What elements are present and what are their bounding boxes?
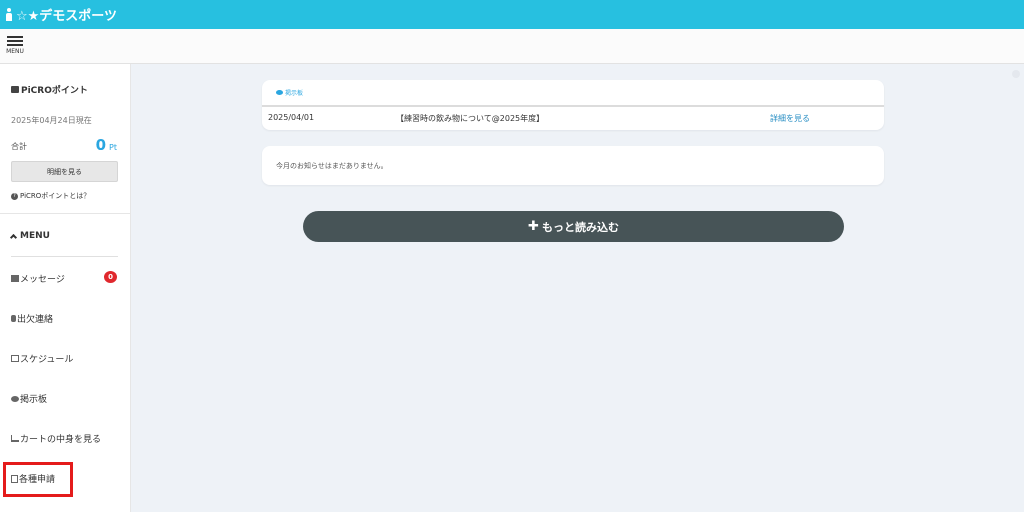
- board-row-title: 【練習時の飲み物について@2025年度】: [396, 114, 545, 123]
- sidebar: PiCROポイント 2025年04月24日現在 合計 0 Pt 明細を見る ? …: [0, 64, 131, 512]
- sidebar-item-attendance[interactable]: 出欠連絡: [11, 312, 53, 325]
- calendar-icon: [11, 355, 19, 362]
- points-total: 0 Pt: [96, 136, 117, 154]
- board-card: 掲示板 2025/04/01 【練習時の飲み物について@2025年度】 詳細を見…: [262, 80, 884, 130]
- chevron-up-icon: [9, 233, 18, 242]
- sidebar-item-applications[interactable]: 各種申請: [11, 472, 55, 485]
- person-icon: [4, 7, 14, 22]
- menu-button-label: MENU: [6, 48, 24, 55]
- hamburger-icon: [7, 36, 23, 38]
- gift-icon: [11, 86, 19, 93]
- envelope-icon: [11, 275, 19, 282]
- sidebar-item-schedule[interactable]: スケジュール: [11, 352, 73, 365]
- cart-icon: [11, 435, 19, 442]
- hamburger-menu-button[interactable]: MENU: [2, 32, 28, 60]
- points-detail-button[interactable]: 明細を見る: [11, 161, 118, 182]
- board-card-header: 掲示板: [276, 88, 303, 97]
- points-title: PiCROポイント: [11, 83, 88, 96]
- board-card-divider: [262, 105, 884, 107]
- load-more-button[interactable]: ✚ もっと読み込む: [303, 211, 844, 242]
- sidebar-item-message[interactable]: メッセージ: [11, 272, 65, 285]
- scroll-indicator[interactable]: [1012, 70, 1020, 78]
- sidebar-item-cart[interactable]: カートの中身を見る: [11, 432, 101, 445]
- points-help-link[interactable]: ? PiCROポイントとは？: [11, 191, 90, 201]
- sidebar-item-board[interactable]: 掲示板: [11, 392, 47, 405]
- points-date: 2025年04月24日現在: [11, 116, 92, 125]
- comment-icon: [276, 90, 283, 95]
- sidebar-divider: [0, 213, 131, 214]
- board-row-date: 2025/04/01: [268, 113, 315, 122]
- phone-icon: [11, 315, 16, 322]
- question-icon: ?: [11, 192, 18, 200]
- points-total-label: 合計: [11, 142, 27, 151]
- comment-icon: [11, 395, 19, 402]
- menu-divider: [11, 256, 118, 257]
- document-icon: [11, 474, 18, 483]
- app-title: ☆★デモスポーツ: [16, 9, 118, 24]
- points-unit: Pt: [109, 143, 117, 152]
- plus-icon: ✚: [528, 219, 539, 234]
- message-count-badge: 0: [104, 271, 117, 283]
- notice-text: 今月のお知らせはまだありません。: [276, 162, 388, 170]
- sub-bar: MENU: [0, 29, 1024, 64]
- board-row-detail-link[interactable]: 詳細を見る: [770, 113, 810, 124]
- menu-heading[interactable]: MENU: [9, 231, 50, 242]
- top-bar: ☆★デモスポーツ: [0, 0, 1024, 29]
- points-total-value: 0: [95, 136, 107, 154]
- notice-card: 今月のお知らせはまだありません。: [262, 146, 884, 185]
